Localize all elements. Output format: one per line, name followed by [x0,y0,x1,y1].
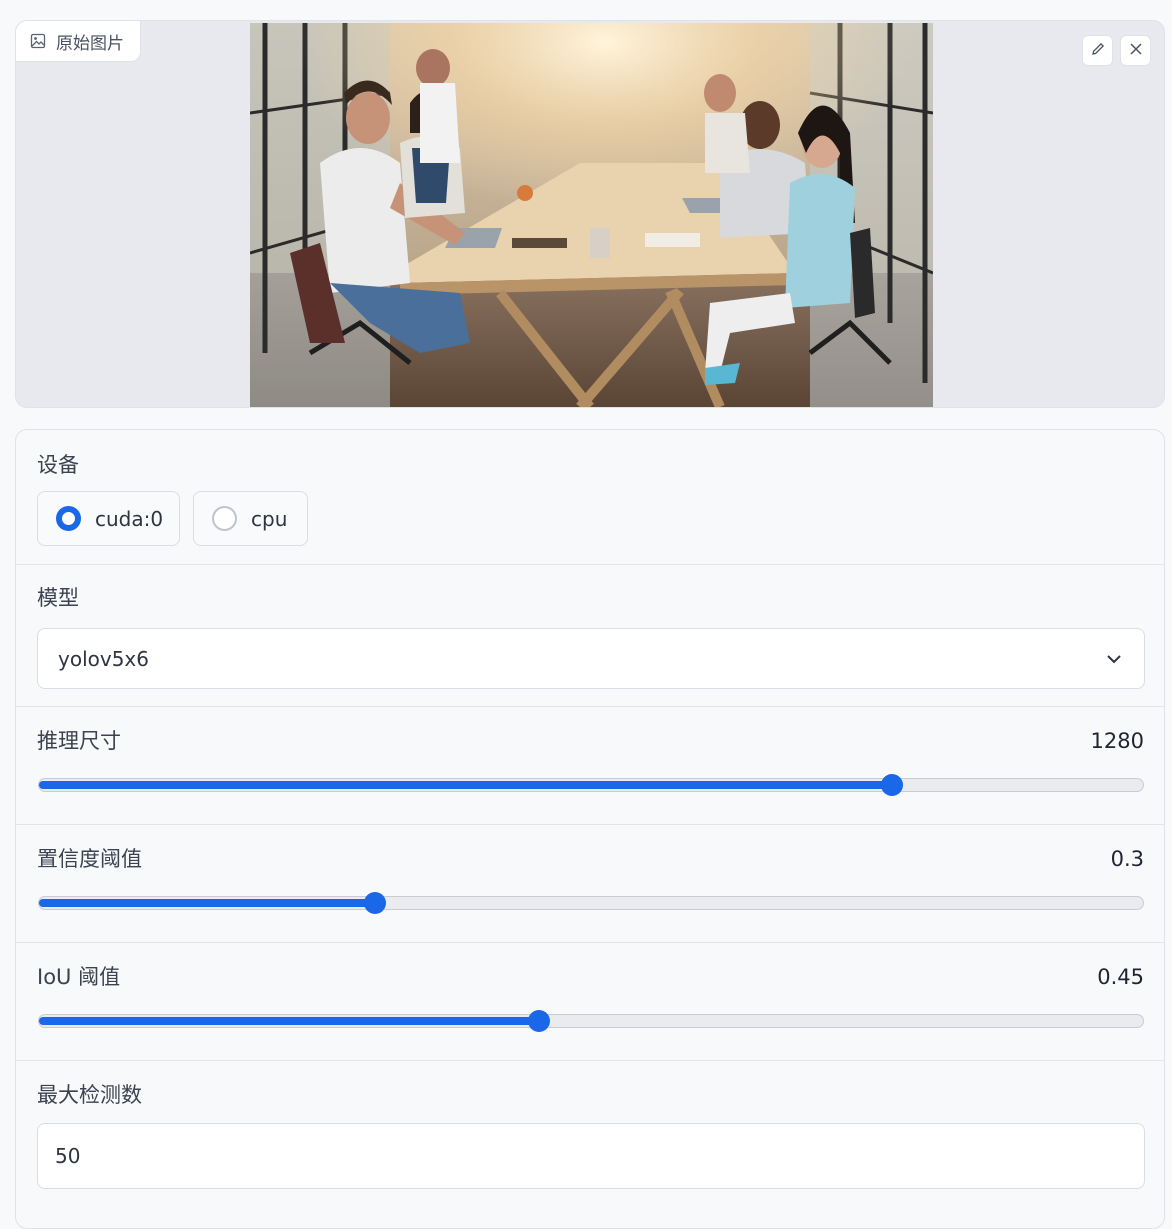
inference-size-block: 推理尺寸 1280 [16,706,1164,824]
confidence-label: 置信度阈值 [37,847,142,871]
radio-unchecked-icon [212,506,237,531]
image-label: 原始图片 [16,21,141,62]
inference-size-slider[interactable] [38,774,1144,796]
radio-cpu-label: cpu [251,506,288,531]
model-label: 模型 [37,586,79,610]
max-det-input-value: 50 [55,1144,81,1168]
slider-thumb[interactable] [528,1010,551,1032]
inference-size-value: 1280 [1090,729,1144,753]
edit-button[interactable] [1082,35,1113,66]
device-block: 设备 cuda:0 cpu [16,430,1164,564]
model-block: 模型 yolov5x6 [16,564,1164,706]
iou-value: 0.45 [1097,965,1144,989]
model-select[interactable]: yolov5x6 [37,628,1145,689]
radio-cuda-label: cuda:0 [95,506,164,531]
image-icon [30,33,46,49]
max-det-input[interactable]: 50 [37,1123,1145,1189]
chevron-down-icon [1104,649,1124,669]
model-select-value: yolov5x6 [58,646,149,671]
close-icon [1129,41,1143,60]
clear-image-button[interactable] [1120,35,1151,66]
confidence-value: 0.3 [1110,847,1144,871]
slider-fill [39,1017,540,1025]
pencil-icon [1090,41,1106,61]
radio-cpu[interactable]: cpu [193,491,308,546]
slider-fill [39,781,893,789]
confidence-block: 置信度阈值 0.3 [16,824,1164,942]
confidence-slider[interactable] [38,892,1144,914]
max-det-label: 最大检测数 [37,1083,142,1107]
image-label-text: 原始图片 [56,33,124,54]
slider-fill [39,899,375,907]
inference-size-label: 推理尺寸 [37,729,121,753]
max-det-block: 最大检测数 50 [16,1060,1164,1228]
slider-thumb[interactable] [881,774,904,796]
iou-slider[interactable] [38,1010,1144,1032]
radio-cuda[interactable]: cuda:0 [37,491,180,546]
device-label: 设备 [37,453,79,477]
settings-panel: 设备 cuda:0 cpu 模型 yolov5x6 推理尺寸 1280 置信度阈… [15,429,1165,1229]
image-panel: 原始图片 [15,20,1165,408]
radio-checked-icon [56,506,81,531]
iou-block: IoU 阈值 0.45 [16,942,1164,1060]
original-photo [250,23,933,407]
iou-label: IoU 阈值 [37,965,121,989]
slider-thumb[interactable] [363,892,386,914]
